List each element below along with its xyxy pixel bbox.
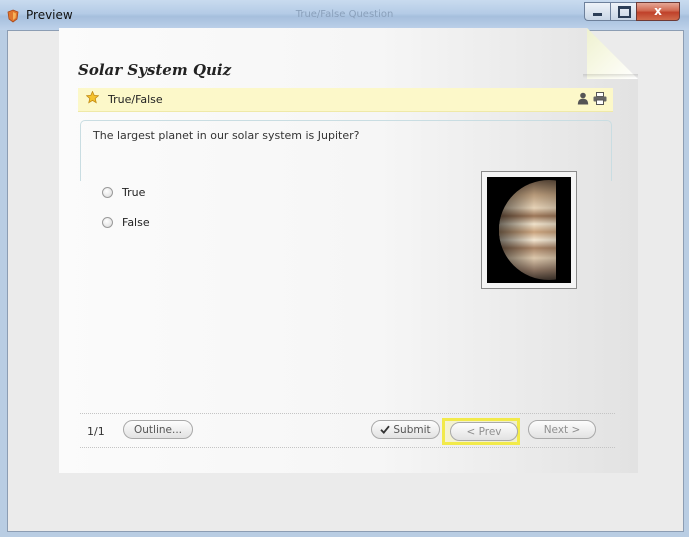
question-text: The largest planet in our solar system i… xyxy=(93,129,360,142)
submit-label: Submit xyxy=(393,423,431,436)
close-icon: x xyxy=(654,4,662,18)
answer-label: True xyxy=(122,186,146,199)
window-controls: x xyxy=(584,2,680,21)
page-curl-shadow xyxy=(583,74,638,78)
question-type-bar: True/False xyxy=(78,88,613,112)
question-image-frame xyxy=(481,171,577,289)
radio-button[interactable] xyxy=(102,187,113,198)
window-titlebar[interactable]: Preview True/False Question x xyxy=(0,0,689,30)
answer-option-true[interactable]: True xyxy=(102,186,145,199)
answer-label: False xyxy=(122,216,150,229)
maximize-button[interactable] xyxy=(610,2,636,21)
star-icon xyxy=(86,91,99,104)
footer-divider-bottom xyxy=(80,447,615,448)
question-type-label: True/False xyxy=(108,93,163,106)
user-icon[interactable] xyxy=(577,92,589,105)
print-icon[interactable] xyxy=(593,92,607,105)
outline-button[interactable]: Outline... xyxy=(123,420,193,439)
footer-divider-top xyxy=(80,413,615,414)
jupiter-image xyxy=(487,177,571,283)
next-button[interactable]: Next > xyxy=(528,420,596,439)
minimize-icon xyxy=(593,13,602,16)
radio-button[interactable] xyxy=(102,217,113,228)
minimize-button[interactable] xyxy=(584,2,610,21)
answer-option-false[interactable]: False xyxy=(102,216,150,229)
submit-button[interactable]: Submit xyxy=(371,420,440,439)
check-icon xyxy=(380,425,391,434)
maximize-icon xyxy=(618,6,631,18)
quiz-title: Solar System Quiz xyxy=(78,61,232,79)
prev-button[interactable]: < Prev xyxy=(450,422,518,441)
close-button[interactable]: x xyxy=(636,2,680,21)
page-indicator: 1/1 xyxy=(87,425,105,438)
